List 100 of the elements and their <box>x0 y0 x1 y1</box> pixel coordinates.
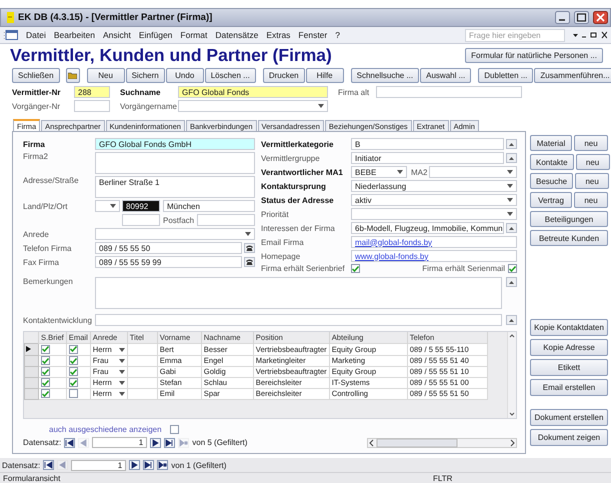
toolbar-button[interactable]: Schnellsuche ... <box>350 68 420 83</box>
checkbox[interactable] <box>41 356 50 365</box>
link[interactable]: www.global-fonds.by <box>355 252 428 260</box>
row-selector[interactable] <box>24 343 38 355</box>
toolbar-button[interactable]: Schließen <box>12 68 60 83</box>
dropdown-field[interactable] <box>178 100 328 112</box>
popup-button[interactable] <box>506 315 517 325</box>
last-record-button[interactable] <box>143 460 154 470</box>
new-button[interactable]: neu <box>576 154 610 170</box>
dropdown-arrow-icon[interactable] <box>118 392 125 396</box>
new-button[interactable]: neu <box>575 173 610 189</box>
text-field[interactable]: GFO Global Fonds GmbH <box>95 138 255 150</box>
checkbox[interactable] <box>68 378 78 387</box>
menu-item[interactable]: Format <box>180 30 208 40</box>
text-field[interactable]: 089 / 55 55 50 <box>95 242 242 254</box>
dropdown-field[interactable] <box>429 166 517 178</box>
text-field[interactable] <box>376 86 522 98</box>
side-button[interactable]: Betreute Kunden <box>530 230 608 246</box>
side-button[interactable]: Besuche <box>530 173 574 189</box>
checkbox[interactable] <box>68 344 78 354</box>
text-field[interactable]: B <box>351 138 504 150</box>
link-field[interactable]: www.global-fonds.by <box>351 250 517 262</box>
dropdown-arrow-icon[interactable] <box>507 170 513 174</box>
dropdown-arrow-icon[interactable] <box>397 170 403 174</box>
checkbox[interactable] <box>41 378 50 387</box>
window-controls-icon[interactable] <box>573 31 607 39</box>
toolbar-button[interactable]: Drucken <box>262 68 305 83</box>
dropdown-arrow-icon[interactable] <box>118 381 125 385</box>
menu-item[interactable]: Datei <box>26 30 46 40</box>
text-field[interactable]: 6b-Modell, Flugzeug, Immobilie, Kommun <box>351 222 504 234</box>
action-button[interactable]: Kopie Kontaktdaten <box>530 319 608 336</box>
menu-item[interactable]: Ansicht <box>102 30 131 40</box>
dropdown-arrow-icon[interactable] <box>507 212 513 216</box>
dropdown-arrow-icon[interactable] <box>110 204 116 208</box>
toolbar-button[interactable]: Löschen ... <box>204 68 256 83</box>
menu-item[interactable]: Einfügen <box>138 30 172 40</box>
toolbar-button[interactable]: Zusammenführen... <box>534 68 611 83</box>
dropdown-arrow-icon[interactable] <box>245 232 251 236</box>
text-field[interactable] <box>197 214 255 226</box>
menu-item[interactable]: Fenster <box>298 30 328 40</box>
popup-button[interactable] <box>506 139 517 149</box>
action-button[interactable]: Dokument erstellen <box>530 409 608 426</box>
popup-button[interactable] <box>506 223 517 233</box>
dropdown-field[interactable] <box>95 228 255 240</box>
scroll-up-icon[interactable] <box>508 332 516 340</box>
checkbox[interactable] <box>68 367 78 376</box>
form-switch-button[interactable]: Formular für natürliche Personen ... <box>465 48 603 62</box>
next-record-button[interactable] <box>129 460 140 470</box>
side-button[interactable]: Beteiligungen <box>530 211 608 227</box>
dropdown-arrow-icon[interactable] <box>118 370 125 374</box>
side-button[interactable]: Vertrag <box>530 192 572 208</box>
checkbox[interactable] <box>351 264 360 273</box>
menu-item[interactable]: Datensätze <box>215 30 258 40</box>
text-field[interactable] <box>74 100 110 112</box>
record-number-field[interactable]: 1 <box>92 437 148 448</box>
checkbox[interactable] <box>41 389 50 398</box>
new-button[interactable]: neu <box>574 135 608 151</box>
country-dropdown[interactable] <box>95 200 120 212</box>
first-record-button[interactable] <box>43 460 54 470</box>
action-button[interactable]: Dokument zeigen <box>530 429 608 446</box>
toolbar-button[interactable]: Hilfe <box>306 68 344 83</box>
toolbar-button[interactable]: Dubletten ... <box>478 68 534 83</box>
phone-button[interactable] <box>244 243 255 253</box>
toolbar-button[interactable]: Auswahl ... <box>420 68 472 83</box>
toolbar-button[interactable]: Neu <box>86 68 125 83</box>
new-button[interactable]: neu <box>574 192 608 208</box>
record-number-field[interactable]: 1 <box>71 460 126 470</box>
checkbox[interactable] <box>41 367 50 376</box>
action-button[interactable]: Email erstellen <box>530 379 608 396</box>
new-record-button[interactable] <box>157 460 168 470</box>
text-area[interactable]: Berliner Straße 1 <box>95 176 255 198</box>
minimize-icon[interactable] <box>555 11 570 24</box>
dropdown-arrow-icon[interactable] <box>507 198 513 202</box>
scroll-down-icon[interactable] <box>508 410 516 418</box>
action-button[interactable]: Kopie Adresse <box>530 339 608 356</box>
dropdown-field[interactable]: aktiv <box>351 194 517 206</box>
side-button[interactable]: Material <box>530 135 572 151</box>
dropdown-arrow-icon[interactable] <box>318 104 324 108</box>
link[interactable]: mail@global-fonds.by <box>355 238 432 246</box>
checkbox[interactable] <box>68 389 78 398</box>
dropdown-arrow-icon[interactable] <box>118 359 125 363</box>
popup-button[interactable] <box>506 153 517 163</box>
text-field[interactable] <box>122 214 160 226</box>
last-record-button[interactable] <box>164 438 176 448</box>
city-field[interactable]: München <box>163 200 255 212</box>
text-field[interactable]: 288 <box>74 86 110 98</box>
checkbox[interactable] <box>68 356 78 365</box>
checkbox[interactable] <box>41 344 50 354</box>
dropdown-arrow-icon[interactable] <box>507 184 513 188</box>
close-icon[interactable] <box>593 11 608 24</box>
dropdown-field[interactable] <box>351 208 517 220</box>
side-button[interactable]: Kontakte <box>530 154 574 170</box>
text-field[interactable]: Initiator <box>351 152 504 164</box>
toolbar-button[interactable]: Sichern <box>126 68 165 83</box>
first-record-button[interactable] <box>64 438 76 448</box>
link-field[interactable]: mail@global-fonds.by <box>351 236 517 248</box>
next-record-button[interactable] <box>150 438 162 448</box>
phone-button[interactable] <box>244 257 255 267</box>
maximize-icon[interactable] <box>574 11 589 24</box>
horizontal-scrollbar[interactable] <box>367 438 517 448</box>
